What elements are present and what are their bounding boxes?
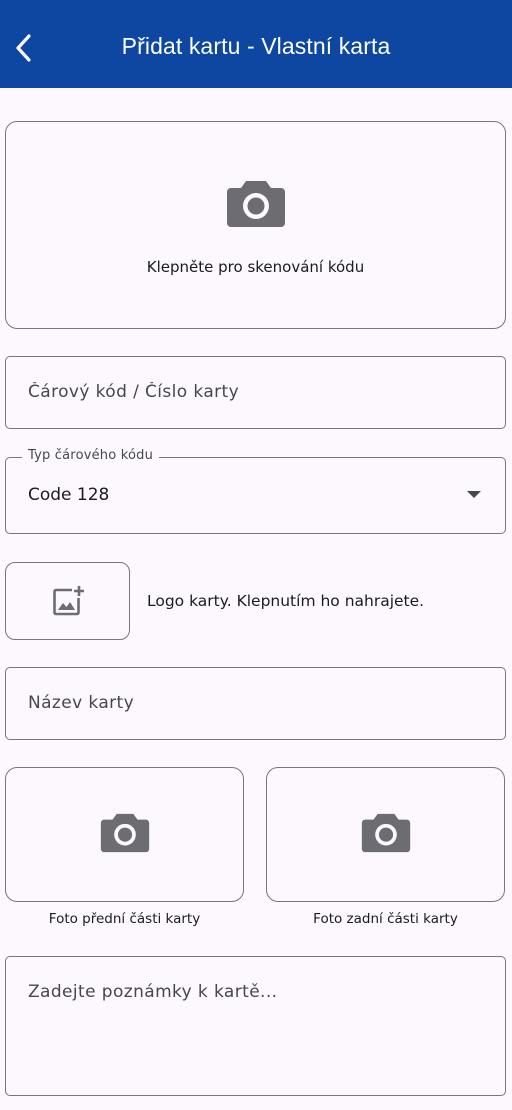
front-photo-button[interactable] bbox=[5, 767, 244, 902]
camera-icon bbox=[361, 813, 411, 853]
front-photo-label: Foto přední části karty bbox=[48, 911, 201, 927]
scan-label: Klepněte pro skenování kódu bbox=[146, 258, 365, 276]
barcode-type-label: Typ čárového kódu bbox=[22, 448, 160, 463]
dropdown-arrow-icon bbox=[467, 491, 481, 498]
notes-field[interactable] bbox=[5, 956, 506, 1096]
add-image-icon bbox=[53, 586, 84, 616]
barcode-field[interactable] bbox=[5, 356, 506, 429]
notes-input[interactable] bbox=[6, 957, 505, 1082]
page-title: Přidat kartu - Vlastní karta bbox=[121, 33, 391, 59]
back-photo-button[interactable] bbox=[266, 767, 505, 902]
logo-upload-button[interactable] bbox=[5, 562, 130, 640]
app-bar: Přidat kartu - Vlastní karta bbox=[0, 0, 512, 88]
back-photo-label: Foto zadní části karty bbox=[313, 911, 458, 927]
barcode-type-value: Code 128 bbox=[28, 485, 110, 505]
camera-icon bbox=[100, 813, 150, 853]
scan-code-button[interactable]: Klepněte pro skenování kódu bbox=[5, 121, 506, 329]
barcode-type-select[interactable]: Typ čárového kódu Code 128 bbox=[5, 448, 506, 534]
camera-icon bbox=[227, 181, 285, 227]
card-name-field[interactable] bbox=[5, 667, 506, 740]
card-name-input[interactable] bbox=[6, 668, 505, 738]
logo-label: Logo karty. Klepnutím ho nahrajete. bbox=[147, 592, 425, 610]
barcode-input[interactable] bbox=[6, 357, 505, 427]
